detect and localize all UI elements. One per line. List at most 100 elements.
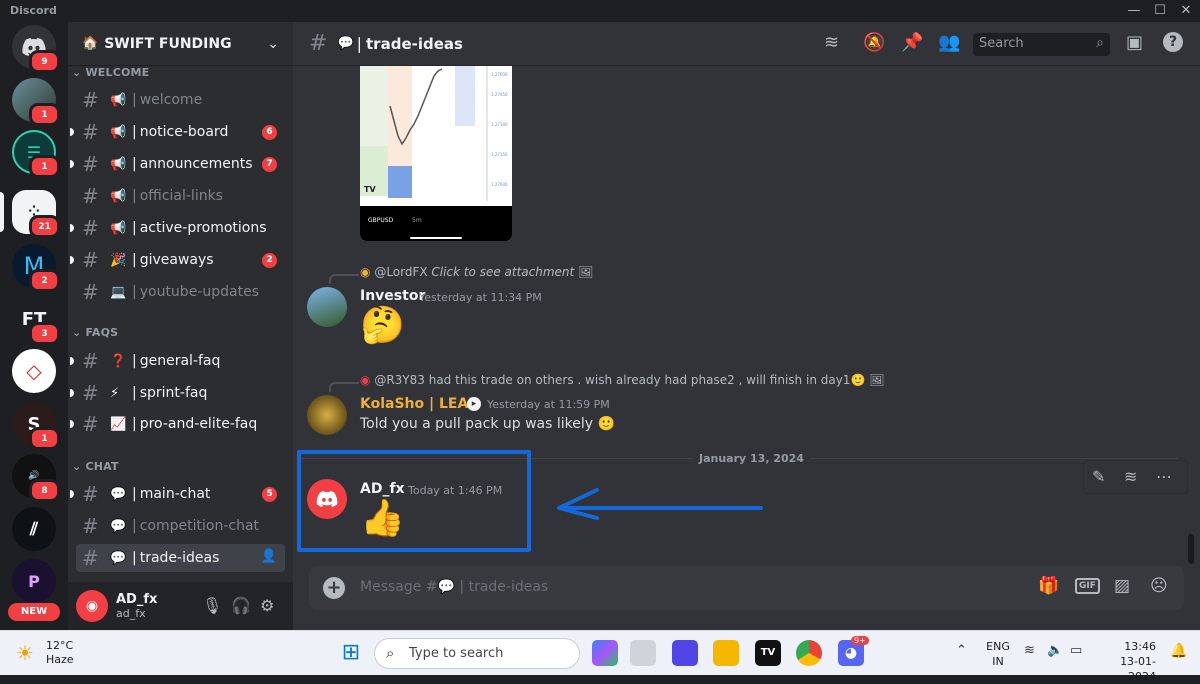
discord-taskbar-badge: 9+ [851,636,869,645]
channel-main-chat[interactable]: # 💬 | main-chat 5 [70,480,285,508]
reply-reference[interactable]: ◉ @R3Y83 had this trade on others . wish… [360,373,884,387]
new-badge[interactable]: NEW [8,603,60,621]
more-options-icon[interactable]: ⋯ [1156,467,1172,486]
channel-announcements[interactable]: # 📢 | announcements 7 [70,150,285,178]
pin-icon[interactable]: 📌 [901,32,923,53]
channel-giveaways[interactable]: # 🎉 | giveaways 2 [70,246,285,274]
svg-text:1.27450: 1.27450 [491,92,508,97]
emoji-picker-icon[interactable]: ☹ [1150,576,1168,596]
chart-icon: 📈 [110,416,127,432]
server-item-swift-funding[interactable]: ⁘ 21 [12,190,60,238]
file-explorer-icon[interactable] [713,640,739,666]
headphones-icon[interactable]: 🎧 [231,596,251,615]
channel-label: active-promotions [139,220,267,236]
chart-attachment-image[interactable]: 1.27600 1.27450 1.27300 1.27150 1.27000 … [360,66,512,241]
server-badge: 1 [29,103,60,126]
party-popper-icon: 🎉 [110,252,127,268]
language-indicator[interactable]: ENG IN [984,639,1012,669]
notification-bell-icon[interactable]: 🔔 [1170,643,1187,659]
user-avatar[interactable]: ◉ [76,590,108,622]
search-input[interactable]: Search ⌕ [973,33,1110,56]
microphone-icon[interactable]: 🎙 [202,596,222,615]
channel-welcome[interactable]: # 📢 | welcome [76,86,285,114]
add-member-icon[interactable]: 👤 [261,549,277,564]
scrollbar-thumb[interactable] [1188,534,1194,564]
category-welcome[interactable]: ⌄ WELCOME [72,66,149,79]
author-name[interactable]: Investor [360,288,425,304]
bell-muted-icon[interactable]: 🔕 [863,32,885,53]
channel-official-links[interactable]: # 📢 | official-links [76,182,285,210]
app-name: Discord [10,4,57,17]
channel-active-promotions[interactable]: # 📢 | active-promotions [70,214,285,242]
chevron-up-icon[interactable]: ⌃ [956,643,967,658]
taskbar-search-input[interactable]: Type to search [374,638,580,669]
svg-text:1.27000: 1.27000 [491,182,508,187]
p-logo-icon: P [12,559,56,603]
member-list-icon[interactable]: 👥 [938,32,960,53]
guild-icon: 🏠 [82,36,99,51]
hash-icon: # [82,184,99,208]
category-faqs[interactable]: ⌄ FAQS [72,326,118,339]
laptop-icon: 💻 [110,284,127,300]
server-item[interactable]: ☰ 1 [12,130,60,178]
copilot-icon[interactable] [592,640,618,666]
server-item[interactable]: ◇ [12,349,56,393]
reply-reference[interactable]: ◉ @LordFX Click to see attachment 🖼 [360,265,593,279]
channel-youtube-updates[interactable]: # 💻 | youtube-updates [76,278,285,306]
channel-title: trade-ideas [366,34,463,53]
task-view-icon[interactable] [630,640,656,666]
maximize-button[interactable]: ☐ [1148,2,1172,20]
server-item[interactable]: P [12,559,56,603]
guild-header[interactable]: 🏠 SWIFT FUNDING ⌄ [68,22,293,66]
channel-notice-board[interactable]: # 📢 | notice-board 6 [70,118,285,146]
channel-sprint-faq[interactable]: # ⚡ | sprint-faq [70,379,285,407]
channel-trade-ideas[interactable]: # 💬 | trade-ideas 👤 [76,544,285,572]
server-item[interactable]: S 1 [12,402,60,450]
message-composer: + Message #💬 | trade-ideas 🎁 GIF ▨ ☹ [309,566,1184,610]
server-item[interactable]: 1 [12,78,60,126]
hash-icon: # [82,349,99,373]
channel-general-faq[interactable]: # ❓ | general-faq [70,347,285,375]
server-item[interactable]: FT 3 [12,297,60,345]
chrome-icon[interactable] [796,640,822,666]
server-list: 9 1 ☰ 1 ⁘ 21 M 2 FT 3 ◇ S 1 🔊 8 ⫽ P [0,22,68,630]
server-badge: 3 [29,322,60,345]
megaphone-icon: 📢 [110,156,127,172]
inbox-icon[interactable]: ▣ [1126,32,1143,53]
channel-pro-and-elite-faq[interactable]: # 📈 | pro-and-elite-faq [70,410,285,438]
wifi-icon[interactable]: ≋ [1024,643,1035,658]
help-icon[interactable]: ? [1163,32,1183,52]
svg-text:1.27300: 1.27300 [491,122,508,127]
avatar[interactable] [307,287,347,327]
server-item[interactable]: 🔊 8 [12,454,60,502]
gif-button[interactable]: GIF [1075,578,1100,594]
channel-label: notice-board [139,124,229,140]
author-name[interactable]: KolaSho | LEAD [360,396,480,412]
teams-chat-icon[interactable] [672,640,698,666]
server-item[interactable]: ⫽ [12,507,56,551]
minimize-button[interactable]: — [1122,2,1146,20]
windows-start-icon[interactable]: ⊞ [338,640,364,666]
edit-icon[interactable]: ✎ [1092,467,1105,486]
thread-icon[interactable]: ≋ [1124,467,1137,486]
server-home[interactable]: 9 [12,25,60,73]
threads-icon[interactable]: ≋ [824,32,839,53]
volume-icon[interactable]: 🔈 [1047,643,1063,658]
server-item[interactable]: M 2 [12,244,60,292]
server-badge: 2 [29,269,60,292]
close-button[interactable]: ✕ [1174,2,1198,20]
avatar[interactable] [307,395,347,435]
tradingview-icon[interactable]: TV [755,640,781,666]
weather-widget[interactable]: 12°C Haze [46,639,74,667]
image-icon: 🖼 [869,373,885,387]
channel-competition-chat[interactable]: # 💬 | competition-chat [76,512,285,540]
sticker-icon[interactable]: ▨ [1114,576,1130,596]
weather-haze-icon[interactable]: ☀ [16,641,34,665]
system-clock[interactable]: 13:46 13-01-2024 [1096,639,1156,684]
gift-icon[interactable]: 🎁 [1038,576,1059,596]
battery-icon[interactable]: ▭ [1070,643,1082,658]
add-attachment-icon[interactable]: + [323,577,345,599]
category-chat[interactable]: ⌄ CHAT [72,460,119,473]
message-input[interactable]: Message #💬 | trade-ideas [360,579,548,595]
settings-gear-icon[interactable]: ⚙ [260,596,274,615]
